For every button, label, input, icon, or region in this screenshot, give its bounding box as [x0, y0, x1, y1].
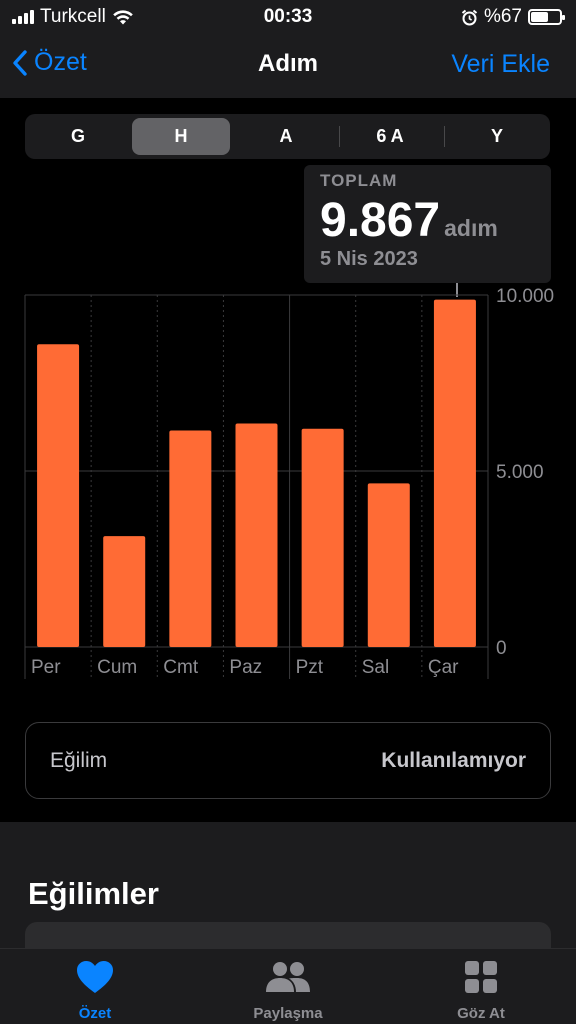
chart-bar[interactable] [367, 483, 410, 647]
trend-label: Eğilim [50, 748, 108, 772]
chart-bar[interactable] [433, 299, 476, 647]
total-value-row: 9.867 adım [320, 193, 535, 248]
segment-week[interactable]: H [132, 118, 230, 155]
chart-y-tick-label: 5.000 [496, 462, 544, 483]
chart-bar[interactable] [301, 428, 344, 647]
chart-bar[interactable] [37, 344, 80, 647]
tab-browse[interactable]: Göz At [411, 959, 551, 1022]
total-unit: adım [444, 215, 498, 241]
tab-bar: Özet Paylaşma Göz At [0, 948, 576, 1024]
chart-bar[interactable] [103, 536, 146, 647]
alarm-icon [461, 9, 478, 25]
heart-icon [77, 961, 113, 993]
battery-percent: %67 [483, 6, 522, 27]
status-right: %67 [461, 6, 565, 28]
segment-month[interactable]: A [237, 118, 335, 155]
people-icon [266, 962, 310, 992]
chart-y-tick-label: 10.000 [496, 286, 554, 307]
tab-summary[interactable]: Özet [25, 959, 165, 1022]
tab-label-summary: Özet [78, 1005, 112, 1022]
segment-divider [444, 126, 445, 147]
segment-year[interactable]: Y [448, 118, 546, 155]
chart-y-tick-label: 0 [496, 638, 507, 659]
selected-total-callout: TOPLAM 9.867 adım 5 Nis 2023 [304, 165, 551, 283]
chart-x-tick-label: Pzt [296, 657, 324, 678]
time-range-segmented-control: G H A 6 A Y [25, 114, 550, 159]
total-label: TOPLAM [320, 171, 398, 190]
steps-bar-chart[interactable]: 0 5.000 10.000 Per Cum Cmt Paz Pzt Sal Çar [0, 285, 576, 685]
battery-icon [528, 9, 565, 25]
status-bar: Turkcell 00:33 %67 [0, 0, 576, 32]
chart-x-tick-label: Per [31, 657, 61, 678]
segment-six-months[interactable]: 6 A [341, 118, 439, 155]
chart-x-tick-label: Cum [97, 657, 137, 678]
section-title: Eğilimler [28, 876, 159, 911]
navigation-bar: Özet Adım Veri Ekle [0, 32, 576, 98]
tab-label-browse: Göz At [457, 1005, 505, 1022]
add-data-button[interactable]: Veri Ekle [451, 50, 550, 79]
trend-card[interactable]: Eğilim Kullanılamıyor [25, 722, 551, 799]
total-date: 5 Nis 2023 [320, 248, 418, 270]
chart-x-tick-label: Sal [362, 657, 389, 678]
battery-fill [531, 12, 548, 22]
segment-divider [339, 126, 340, 147]
chart-x-tick-label: Çar [428, 657, 459, 678]
chart-bar[interactable] [235, 423, 278, 647]
chart-x-tick-label: Paz [229, 657, 262, 678]
chart-bar[interactable] [169, 430, 212, 647]
tab-label-sharing: Paylaşma [253, 1005, 323, 1022]
tab-sharing[interactable]: Paylaşma [218, 959, 358, 1022]
trend-value: Kullanılamıyor [381, 748, 526, 772]
grid-icon [465, 961, 497, 993]
segment-day[interactable]: G [29, 118, 127, 155]
chart-x-tick-label: Cmt [163, 657, 199, 678]
total-value: 9.867 [320, 194, 441, 247]
